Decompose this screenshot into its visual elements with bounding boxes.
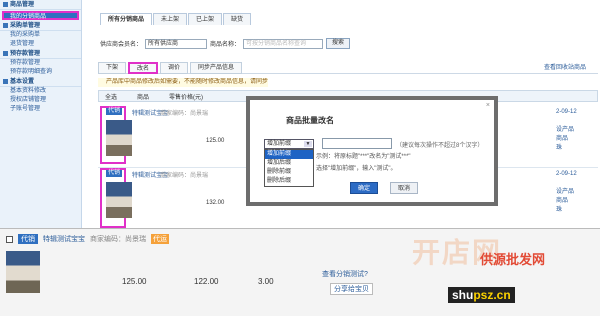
zoomed-product-row: 代销 特辑测试宝宝 商家编码：尚景瑞 代运 125.00 122.00 3.00… [0, 228, 600, 316]
rename-example: 示例：将原标题"***"改名为"测试***" [316, 154, 411, 160]
column-retail-price: 零售价格(元) [169, 94, 204, 101]
merchant-code: 商家编码：尚景瑞 [160, 173, 209, 179]
rename-hint: （建议每次操作不超过8个汉字） [396, 143, 484, 149]
notice-bar: 产品库中商品修改后如需要，不能随时修改商品信息，请同步产品信息 [98, 78, 268, 87]
sidebar-item-my-products[interactable]: 我的分销商品 [2, 11, 79, 20]
consign-tag: 代销 [18, 234, 38, 244]
view-distribution-link[interactable]: 查看分销测试? [322, 269, 368, 279]
select-all-checkbox[interactable]: 全选 [99, 92, 117, 101]
product-thumbnail[interactable] [6, 251, 40, 293]
filter-bar: 供应商会员名： 所有供应商 商品名称： 可按分销商品名称查询 搜索 [100, 38, 351, 49]
sidebar-item-profile[interactable]: 基本资料修改 [0, 87, 81, 96]
sidebar-section-title[interactable]: 商品管理 [0, 0, 81, 10]
rename-example-detail: 选择"增加前缀"，输入"测试"。 [316, 166, 397, 172]
consign-tag: 代销 [106, 108, 123, 115]
action-bar: 下架 改名 调价 同步产品信息 [98, 62, 598, 74]
sidebar-section-title[interactable]: 预存款管理 [0, 49, 81, 59]
zoomed-row-header: 代销 特辑测试宝宝 商家编码：尚景瑞 代运 [6, 234, 169, 244]
folder-icon [3, 23, 8, 28]
rename-mode-options: 增加前缀 增加后缀 删除前缀 删除后缀 [264, 149, 314, 187]
rename-mode-value: 增加前缀 [267, 141, 292, 147]
sidebar-section-title[interactable]: 基本设置 [0, 77, 81, 87]
reprice-button[interactable]: 调价 [160, 62, 189, 74]
tab-not-listed[interactable]: 未上架 [153, 13, 188, 25]
dialog-body: 商品批量改名 × 增加前缀 ▼ （建议每次操作不超过8个汉字） 示例：将原标题"… [250, 100, 494, 202]
close-icon[interactable]: × [486, 102, 490, 109]
row-link-product[interactable]: 商品 [556, 197, 568, 205]
supplier-select[interactable]: 所有供应商 [145, 38, 208, 49]
product-thumbnail[interactable] [106, 120, 132, 156]
product-thumbnail[interactable] [106, 182, 132, 218]
consign-tag: 代销 [106, 170, 123, 177]
row-link-set[interactable]: 设产品 [556, 126, 574, 134]
product-name-label: 商品名称： [210, 42, 241, 48]
sidebar-section-1: 商品管理 我的分销商品 [0, 0, 81, 20]
sidebar-section-title[interactable]: 采购单管理 [0, 21, 81, 31]
watermark-brand: 供源批发网 [480, 252, 546, 267]
folder-icon [3, 2, 8, 7]
option-add-prefix[interactable]: 增加前缀 [265, 150, 313, 159]
status-badge: 代运 [151, 234, 169, 244]
delist-button[interactable]: 下架 [98, 62, 127, 74]
tab-bar: 所有分销商品 未上架 已上架 缺货 [100, 13, 252, 25]
watermark: 开店网 供源批发网 shupsz.cn [400, 229, 600, 317]
row-link-more[interactable]: 珠 [556, 206, 562, 214]
rename-text-input[interactable] [322, 138, 392, 149]
sidebar-section-3: 预存款管理 预存款管理 预存款明细查询 [0, 49, 81, 77]
sidebar-item-subaccount[interactable]: 子账号管理 [0, 105, 81, 114]
tab-out-of-stock[interactable]: 缺货 [223, 13, 252, 25]
sidebar-item-purchase-orders[interactable]: 我的采购单 [0, 31, 81, 40]
supplier-label: 供应商会员名： [100, 42, 143, 48]
tab-listed[interactable]: 已上架 [188, 13, 223, 25]
share-button[interactable]: 分享给宝贝 [330, 283, 373, 295]
watermark-url: shupsz.cn [448, 287, 515, 303]
merchant-code: 商家编码：尚景瑞 [160, 111, 209, 117]
sidebar-section-4: 基本设置 基本资料修改 授权店铺管理 子账号管理 [0, 77, 81, 114]
supply-price: 122.00 [194, 277, 219, 286]
row-link-product[interactable]: 商品 [556, 135, 568, 143]
rename-mode-select[interactable]: 增加前缀 ▼ [264, 139, 314, 149]
retail-price: 125.00 [206, 138, 225, 144]
sync-info-button[interactable]: 同步产品信息 [190, 62, 243, 74]
option-remove-suffix[interactable]: 删除后缀 [265, 177, 313, 186]
dialog-title: 商品批量改名 [286, 116, 334, 125]
row-link-more[interactable]: 珠 [556, 144, 562, 152]
column-product: 商品 [137, 94, 150, 101]
merchant-code: 商家编码：尚景瑞 [90, 236, 146, 243]
product-name-link[interactable]: 特辑测试宝宝 [43, 234, 85, 244]
product-name-input[interactable]: 可按分销商品名称查询 [243, 38, 324, 49]
sidebar: 商品管理 我的分销商品 采购单管理 我的采购单 退货管理 预存款管理 预存款管理… [0, 0, 82, 228]
rename-button[interactable]: 改名 [128, 62, 159, 74]
profit-value: 3.00 [258, 277, 274, 286]
row-date: 2-09-12 [556, 171, 577, 177]
folder-icon [3, 79, 8, 84]
option-add-suffix[interactable]: 增加后缀 [265, 159, 313, 168]
tab-all-products[interactable]: 所有分销商品 [100, 13, 153, 25]
cancel-button[interactable]: 取消 [390, 182, 419, 194]
retail-price: 132.00 [206, 200, 225, 206]
sidebar-item-shop-auth[interactable]: 授权店铺管理 [0, 96, 81, 105]
search-button[interactable]: 搜索 [326, 38, 351, 49]
chevron-down-icon: ▼ [304, 141, 312, 147]
rename-dialog: 商品批量改名 × 增加前缀 ▼ （建议每次操作不超过8个汉字） 示例：将原标题"… [246, 96, 498, 206]
retail-price: 125.00 [122, 277, 147, 286]
sidebar-item-deposit[interactable]: 预存款管理 [0, 59, 81, 68]
folder-icon [3, 51, 8, 56]
row-checkbox[interactable] [6, 235, 13, 243]
sidebar-section-2: 采购单管理 我的采购单 退货管理 [0, 21, 81, 49]
confirm-button[interactable]: 确定 [350, 182, 379, 194]
option-remove-prefix[interactable]: 删除前缀 [265, 168, 313, 177]
recycle-bin-link[interactable]: 查看回收站商品 [544, 62, 586, 71]
row-date: 2-09-12 [556, 109, 577, 115]
row-link-set[interactable]: 设产品 [556, 188, 574, 196]
